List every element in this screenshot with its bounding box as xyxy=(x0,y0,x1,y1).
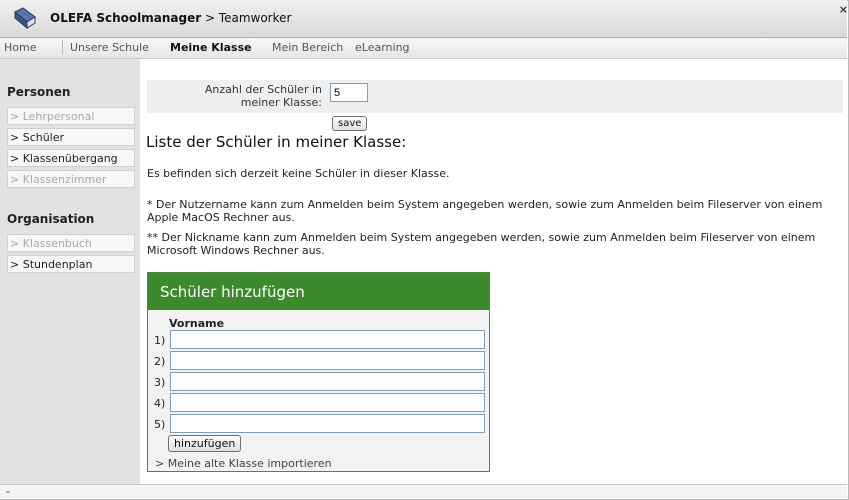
vorname-input-4[interactable] xyxy=(170,393,485,412)
vorname-input-5[interactable] xyxy=(170,414,485,433)
app-title: OLEFA Schoolmanager > Teamworker xyxy=(50,11,291,25)
row-number: 3) xyxy=(154,376,166,389)
sidebar-heading-personen: Personen xyxy=(7,85,71,99)
import-old-class-link[interactable]: > Meine alte Klasse importieren xyxy=(155,457,332,470)
student-count-input[interactable] xyxy=(330,83,368,102)
sidebar-heading-organisation: Organisation xyxy=(7,212,95,226)
note-nickname: ** Der Nickname kann zum Anmelden beim S… xyxy=(147,231,816,257)
column-header-vorname: Vorname xyxy=(169,317,225,330)
top-nav: Home Unsere Schule Meine Klasse Mein Ber… xyxy=(0,38,847,59)
save-button[interactable]: save xyxy=(332,116,368,131)
vorname-input-2[interactable] xyxy=(170,351,485,370)
vorname-input-1[interactable] xyxy=(170,330,485,349)
tab-unsere-schule[interactable]: Unsere Schule xyxy=(70,41,149,54)
nav-divider xyxy=(62,40,63,54)
tab-mein-bereich[interactable]: Mein Bereich xyxy=(272,41,343,54)
sidebar-item-klassenzimmer: > Klassenzimmer xyxy=(7,170,135,188)
add-student-button[interactable]: hinzufügen xyxy=(168,435,242,452)
book-icon xyxy=(14,7,36,30)
row-number: 4) xyxy=(154,397,166,410)
add-student-header: Schüler hinzufügen xyxy=(148,273,489,310)
vorname-input-3[interactable] xyxy=(170,372,485,391)
sidebar-item-klassenbuch: > Klassenbuch xyxy=(7,234,135,252)
add-student-title: Schüler hinzufügen xyxy=(160,283,305,301)
tab-meine-klasse[interactable]: Meine Klasse xyxy=(170,41,252,54)
tab-elearning[interactable]: eLearning xyxy=(355,41,410,54)
status-text: - xyxy=(6,485,10,498)
sidebar-item-lehrpersonal: > Lehrpersonal xyxy=(7,107,135,125)
list-title: Liste der Schüler in meiner Klasse: xyxy=(146,133,407,151)
note-username: * Der Nutzername kann zum Anmelden beim … xyxy=(147,198,823,224)
sidebar-item-schueler[interactable]: > Schüler xyxy=(7,128,135,146)
empty-message: Es befinden sich derzeit keine Schüler i… xyxy=(147,167,450,180)
app-header: OLEFA Schoolmanager > Teamworker × xyxy=(0,0,848,38)
sidebar-item-klassenuebergang[interactable]: > Klassenübergang xyxy=(7,149,135,167)
status-bar: - xyxy=(0,484,847,499)
add-student-panel: Schüler hinzufügen Vorname 1) 2) 3) 4) 5… xyxy=(147,272,490,472)
app-name: OLEFA Schoolmanager xyxy=(50,11,202,25)
app-subtitle: > Teamworker xyxy=(201,11,292,25)
student-count-bar: Anzahl der Schüler in meiner Klasse: xyxy=(147,80,843,113)
tab-home[interactable]: Home xyxy=(4,41,36,54)
sidebar-item-stundenplan[interactable]: > Stundenplan xyxy=(7,255,135,273)
row-number: 5) xyxy=(154,418,166,431)
student-count-label: Anzahl der Schüler in meiner Klasse: xyxy=(204,83,322,109)
row-number: 1) xyxy=(154,334,166,347)
row-number: 2) xyxy=(154,355,166,368)
sidebar: Personen > Lehrpersonal > Schüler > Klas… xyxy=(0,59,140,484)
close-icon[interactable]: × xyxy=(839,3,848,16)
